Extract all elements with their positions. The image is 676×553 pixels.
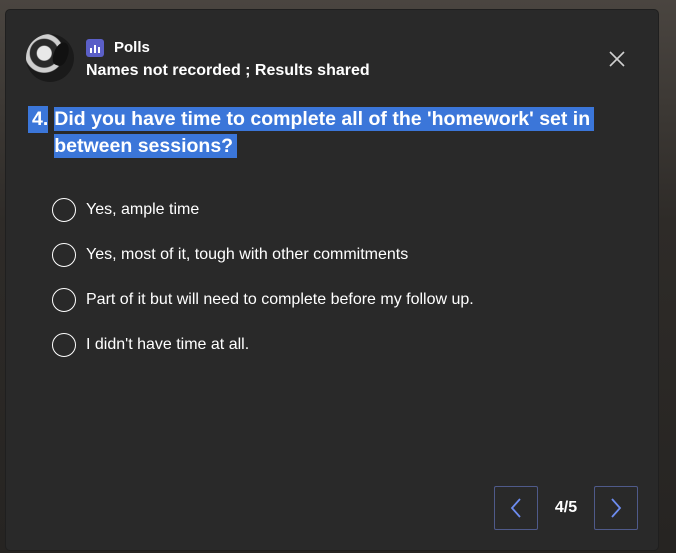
close-button[interactable] [606,48,628,70]
question-text-wrap: Did you have time to complete all of the… [48,106,638,160]
radio-button[interactable] [52,333,76,357]
question-number: 4. [28,106,49,133]
radio-button[interactable] [52,288,76,312]
poll-settings-subtitle: Names not recorded ; Results shared [86,61,370,79]
poll-option[interactable]: Yes, ample time [52,196,652,224]
pager: 4/5 [494,486,638,530]
chevron-left-icon [510,498,521,518]
header-text: Polls Names not recorded ; Results share… [86,37,370,80]
poll-option[interactable]: Yes, most of it, tough with other commit… [52,241,652,269]
radio-button[interactable] [52,243,76,267]
page-indicator: 4/5 [554,499,578,516]
option-label: Yes, ample time [86,201,200,218]
radio-button[interactable] [52,198,76,222]
polls-icon [86,38,104,57]
app-row: Polls [86,37,370,59]
avatar [26,34,74,82]
poll-options: Yes, ample time Yes, most of it, tough w… [52,196,652,376]
close-icon [609,51,625,67]
poll-header: Polls Names not recorded ; Results share… [26,32,370,84]
previous-question-button[interactable] [494,486,538,530]
option-label: Part of it but will need to complete bef… [86,291,474,308]
poll-option[interactable]: Part of it but will need to complete bef… [52,286,652,314]
chevron-right-icon [611,498,622,518]
poll-card: Polls Names not recorded ; Results share… [6,10,658,550]
next-question-button[interactable] [594,486,638,530]
option-label: I didn't have time at all. [86,336,250,353]
app-name: Polls [114,39,150,56]
option-label: Yes, most of it, tough with other commit… [86,246,409,263]
question-text: Did you have time to complete all of the… [54,107,595,158]
poll-option[interactable]: I didn't have time at all. [52,331,652,359]
poll-question: 4. Did you have time to complete all of … [28,106,638,160]
